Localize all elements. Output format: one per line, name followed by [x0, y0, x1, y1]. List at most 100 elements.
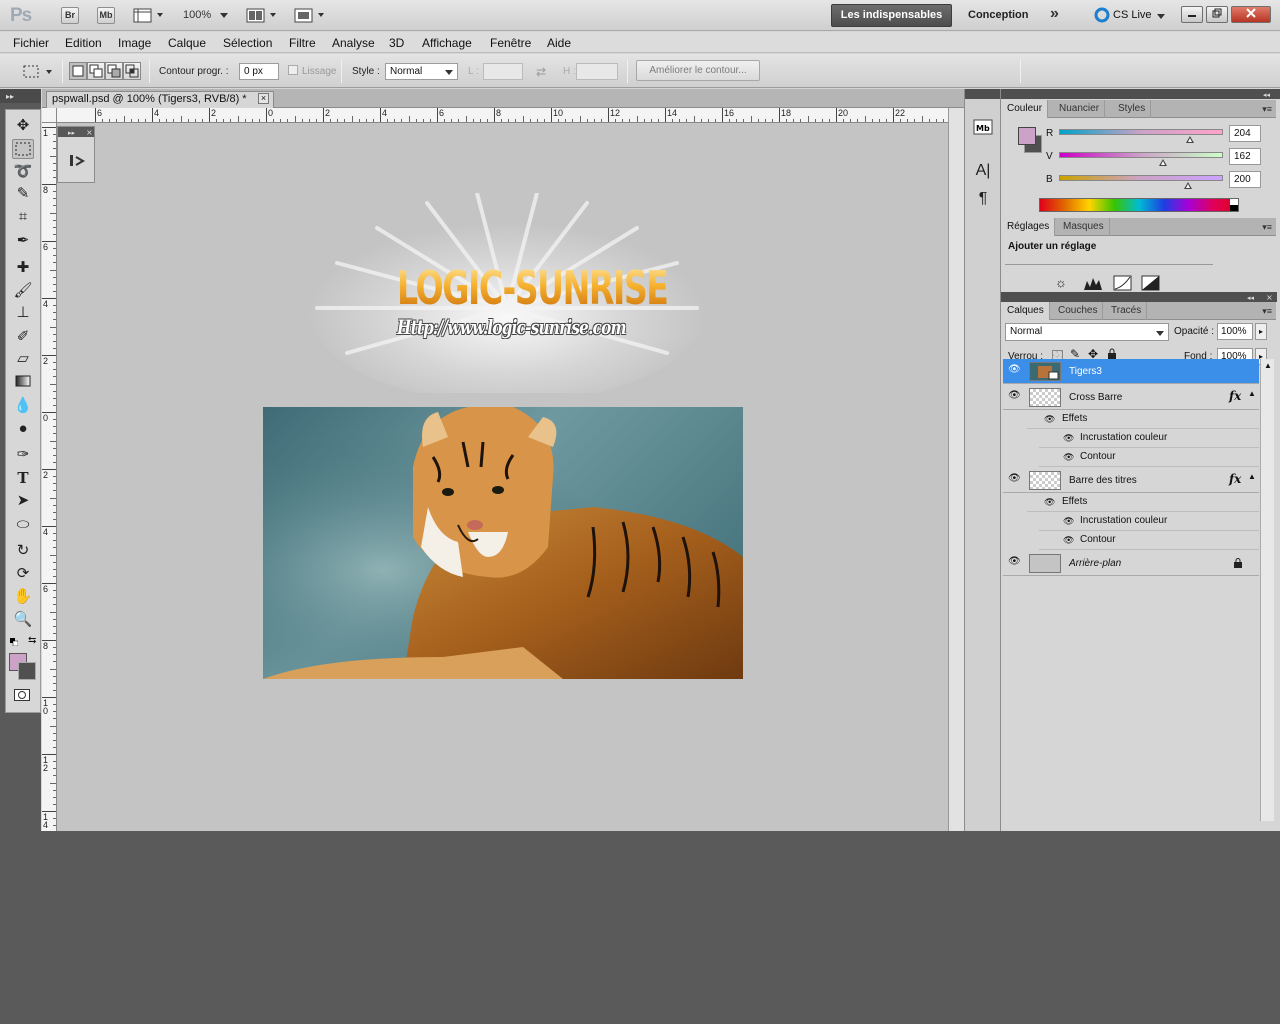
visibility-eye-icon[interactable]: 👁	[1008, 391, 1021, 401]
brush-tool-icon[interactable]: 🖌	[12, 281, 34, 301]
tab-masques[interactable]: Masques	[1058, 218, 1110, 236]
layers-scrollbar[interactable]: ▲	[1260, 359, 1274, 821]
healing-brush-tool-icon[interactable]: ✚	[12, 258, 34, 278]
swap-dimensions-icon[interactable]: ⇄	[536, 65, 546, 79]
panel-menu-icon[interactable]: ▾≡	[1262, 222, 1272, 233]
more-workspaces-button[interactable]: »	[1050, 5, 1059, 23]
paragraph-panel-icon[interactable]: ¶	[973, 189, 993, 209]
view-extras-button[interactable]	[133, 8, 165, 23]
history-icon[interactable]	[67, 151, 87, 171]
pen-tool-icon[interactable]: ✑	[12, 445, 34, 465]
document-vertical-scrollbar[interactable]	[948, 108, 964, 831]
tab-traces[interactable]: Tracés	[1106, 302, 1148, 320]
character-panel-icon[interactable]: A|	[973, 161, 993, 181]
tab-reglages[interactable]: Réglages	[1002, 218, 1056, 236]
channel-r-input[interactable]: 204	[1229, 125, 1261, 142]
effects-group-row[interactable]: 👁 Effets	[1027, 410, 1259, 429]
restore-button[interactable]	[1206, 6, 1228, 23]
effect-row-stroke[interactable]: 👁 Contour	[1039, 531, 1259, 550]
layer-row-tigers3[interactable]: 👁 Tigers3	[1003, 359, 1259, 384]
subtract-from-selection-button[interactable]	[105, 62, 123, 80]
gradient-tool-icon[interactable]	[12, 372, 34, 392]
eraser-tool-icon[interactable]: ▱	[12, 349, 34, 369]
zoom-dropdown-icon[interactable]	[220, 13, 228, 18]
visibility-eye-icon[interactable]: 👁	[1008, 365, 1021, 375]
history-brush-tool-icon[interactable]: ✐	[12, 327, 34, 347]
blend-mode-select[interactable]: Normal	[1005, 323, 1169, 341]
document-canvas[interactable]: LOGIC-SUNRISE Http://www.logic-sunrise.c…	[57, 123, 948, 831]
layer-effects-icon[interactable]: fx	[1229, 472, 1241, 486]
channel-b-thumb[interactable]	[1183, 182, 1192, 189]
layers-panel-header[interactable]: ◂◂ ×	[1001, 292, 1277, 302]
menu-3d[interactable]: 3D	[389, 36, 404, 50]
mini-bridge-button[interactable]: Mb	[97, 7, 115, 24]
crop-tool-icon[interactable]: ⌗	[12, 207, 34, 227]
panel-menu-icon[interactable]: ▾≡	[1262, 104, 1272, 115]
opacity-slider-button[interactable]: ▸	[1255, 323, 1267, 340]
tool-preset-picker[interactable]	[22, 63, 56, 80]
effect-eye-icon[interactable]: 👁	[1063, 512, 1074, 530]
feather-input[interactable]: 0 px	[239, 63, 279, 80]
rectangular-marquee-tool-icon[interactable]	[12, 139, 34, 159]
zoom-level[interactable]: 100%	[183, 9, 211, 21]
effect-row-color-overlay[interactable]: 👁 Incrustation couleur	[1039, 429, 1259, 448]
channel-v-input[interactable]: 162	[1229, 148, 1261, 165]
mini-bridge-panel-icon[interactable]: Mb	[973, 118, 993, 138]
arrange-documents-button[interactable]	[246, 8, 280, 23]
quick-mask-icon[interactable]	[14, 689, 30, 701]
tab-calques[interactable]: Calques	[1002, 302, 1050, 320]
exposure-icon[interactable]	[1141, 275, 1161, 292]
tab-styles[interactable]: Styles	[1113, 100, 1152, 118]
minimize-button[interactable]	[1181, 6, 1203, 23]
effect-eye-icon[interactable]: 👁	[1044, 410, 1055, 428]
menu-edition[interactable]: Edition	[65, 36, 102, 50]
layer-row-barre-des-titres[interactable]: 👁 Barre des titres fx ▲	[1003, 468, 1259, 493]
intersect-selection-button[interactable]	[123, 62, 141, 80]
background-color-swatch[interactable]	[18, 662, 36, 680]
layer-effects-icon[interactable]: fx	[1229, 389, 1241, 403]
layer-row-background[interactable]: 👁 Arrière-plan	[1003, 551, 1259, 576]
channel-r-slider[interactable]	[1059, 129, 1223, 135]
ruler-origin[interactable]	[42, 108, 57, 123]
effects-group-row[interactable]: 👁 Effets	[1027, 493, 1259, 512]
menu-image[interactable]: Image	[118, 36, 151, 50]
eyedropper-tool-icon[interactable]: ✒	[12, 231, 34, 251]
panel-menu-icon[interactable]: ▾≡	[1262, 306, 1272, 317]
hand-tool-icon[interactable]: ✋	[12, 587, 34, 607]
3d-rotate-tool-icon[interactable]: ↻	[12, 541, 34, 561]
expand-effects-icon[interactable]: ▲	[1248, 389, 1256, 398]
type-tool-icon[interactable]: T	[12, 468, 34, 488]
clone-stamp-tool-icon[interactable]: ⊥	[12, 303, 34, 323]
curves-icon[interactable]	[1113, 275, 1133, 292]
antialias-checkbox[interactable]	[288, 65, 298, 75]
channel-b-slider[interactable]	[1059, 175, 1223, 181]
tab-couches[interactable]: Couches	[1053, 302, 1104, 320]
menu-analyse[interactable]: Analyse	[332, 36, 375, 50]
dock-header[interactable]	[965, 89, 1000, 99]
swap-colors-icon[interactable]: ⇆	[28, 635, 36, 646]
scroll-up-icon[interactable]: ▲	[1264, 361, 1272, 370]
tab-couleur[interactable]: Couleur	[1002, 100, 1049, 118]
refine-edge-button[interactable]: Améliorer le contour...	[636, 60, 760, 81]
new-selection-button[interactable]	[69, 62, 87, 80]
channel-v-thumb[interactable]	[1159, 159, 1168, 166]
layer-row-cross-barre[interactable]: 👁 Cross Barre fx ▲	[1003, 385, 1259, 410]
brightness-contrast-icon[interactable]: ☼	[1055, 275, 1067, 290]
menu-fichier[interactable]: Fichier	[13, 36, 49, 50]
toolbox-header[interactable]: ▸▸	[0, 89, 41, 103]
close-document-icon[interactable]: ×	[258, 93, 269, 104]
lasso-tool-icon[interactable]: ➰	[12, 162, 34, 182]
dodge-tool-icon[interactable]: ●	[12, 419, 34, 439]
effect-row-stroke[interactable]: 👁 Contour	[1039, 448, 1259, 467]
style-select[interactable]: Normal	[385, 63, 458, 80]
effect-eye-icon[interactable]: 👁	[1063, 429, 1074, 447]
menu-fenetre[interactable]: Fenêtre	[490, 36, 531, 50]
effect-row-color-overlay[interactable]: 👁 Incrustation couleur	[1039, 512, 1259, 531]
path-selection-tool-icon[interactable]: ➤	[12, 491, 34, 511]
width-input[interactable]	[483, 63, 523, 80]
quick-selection-tool-icon[interactable]: ✎	[12, 184, 34, 204]
menu-filtre[interactable]: Filtre	[289, 36, 316, 50]
blur-tool-icon[interactable]: 💧	[12, 396, 34, 416]
expand-effects-icon[interactable]: ▲	[1248, 472, 1256, 481]
tab-nuancier[interactable]: Nuancier	[1054, 100, 1106, 118]
